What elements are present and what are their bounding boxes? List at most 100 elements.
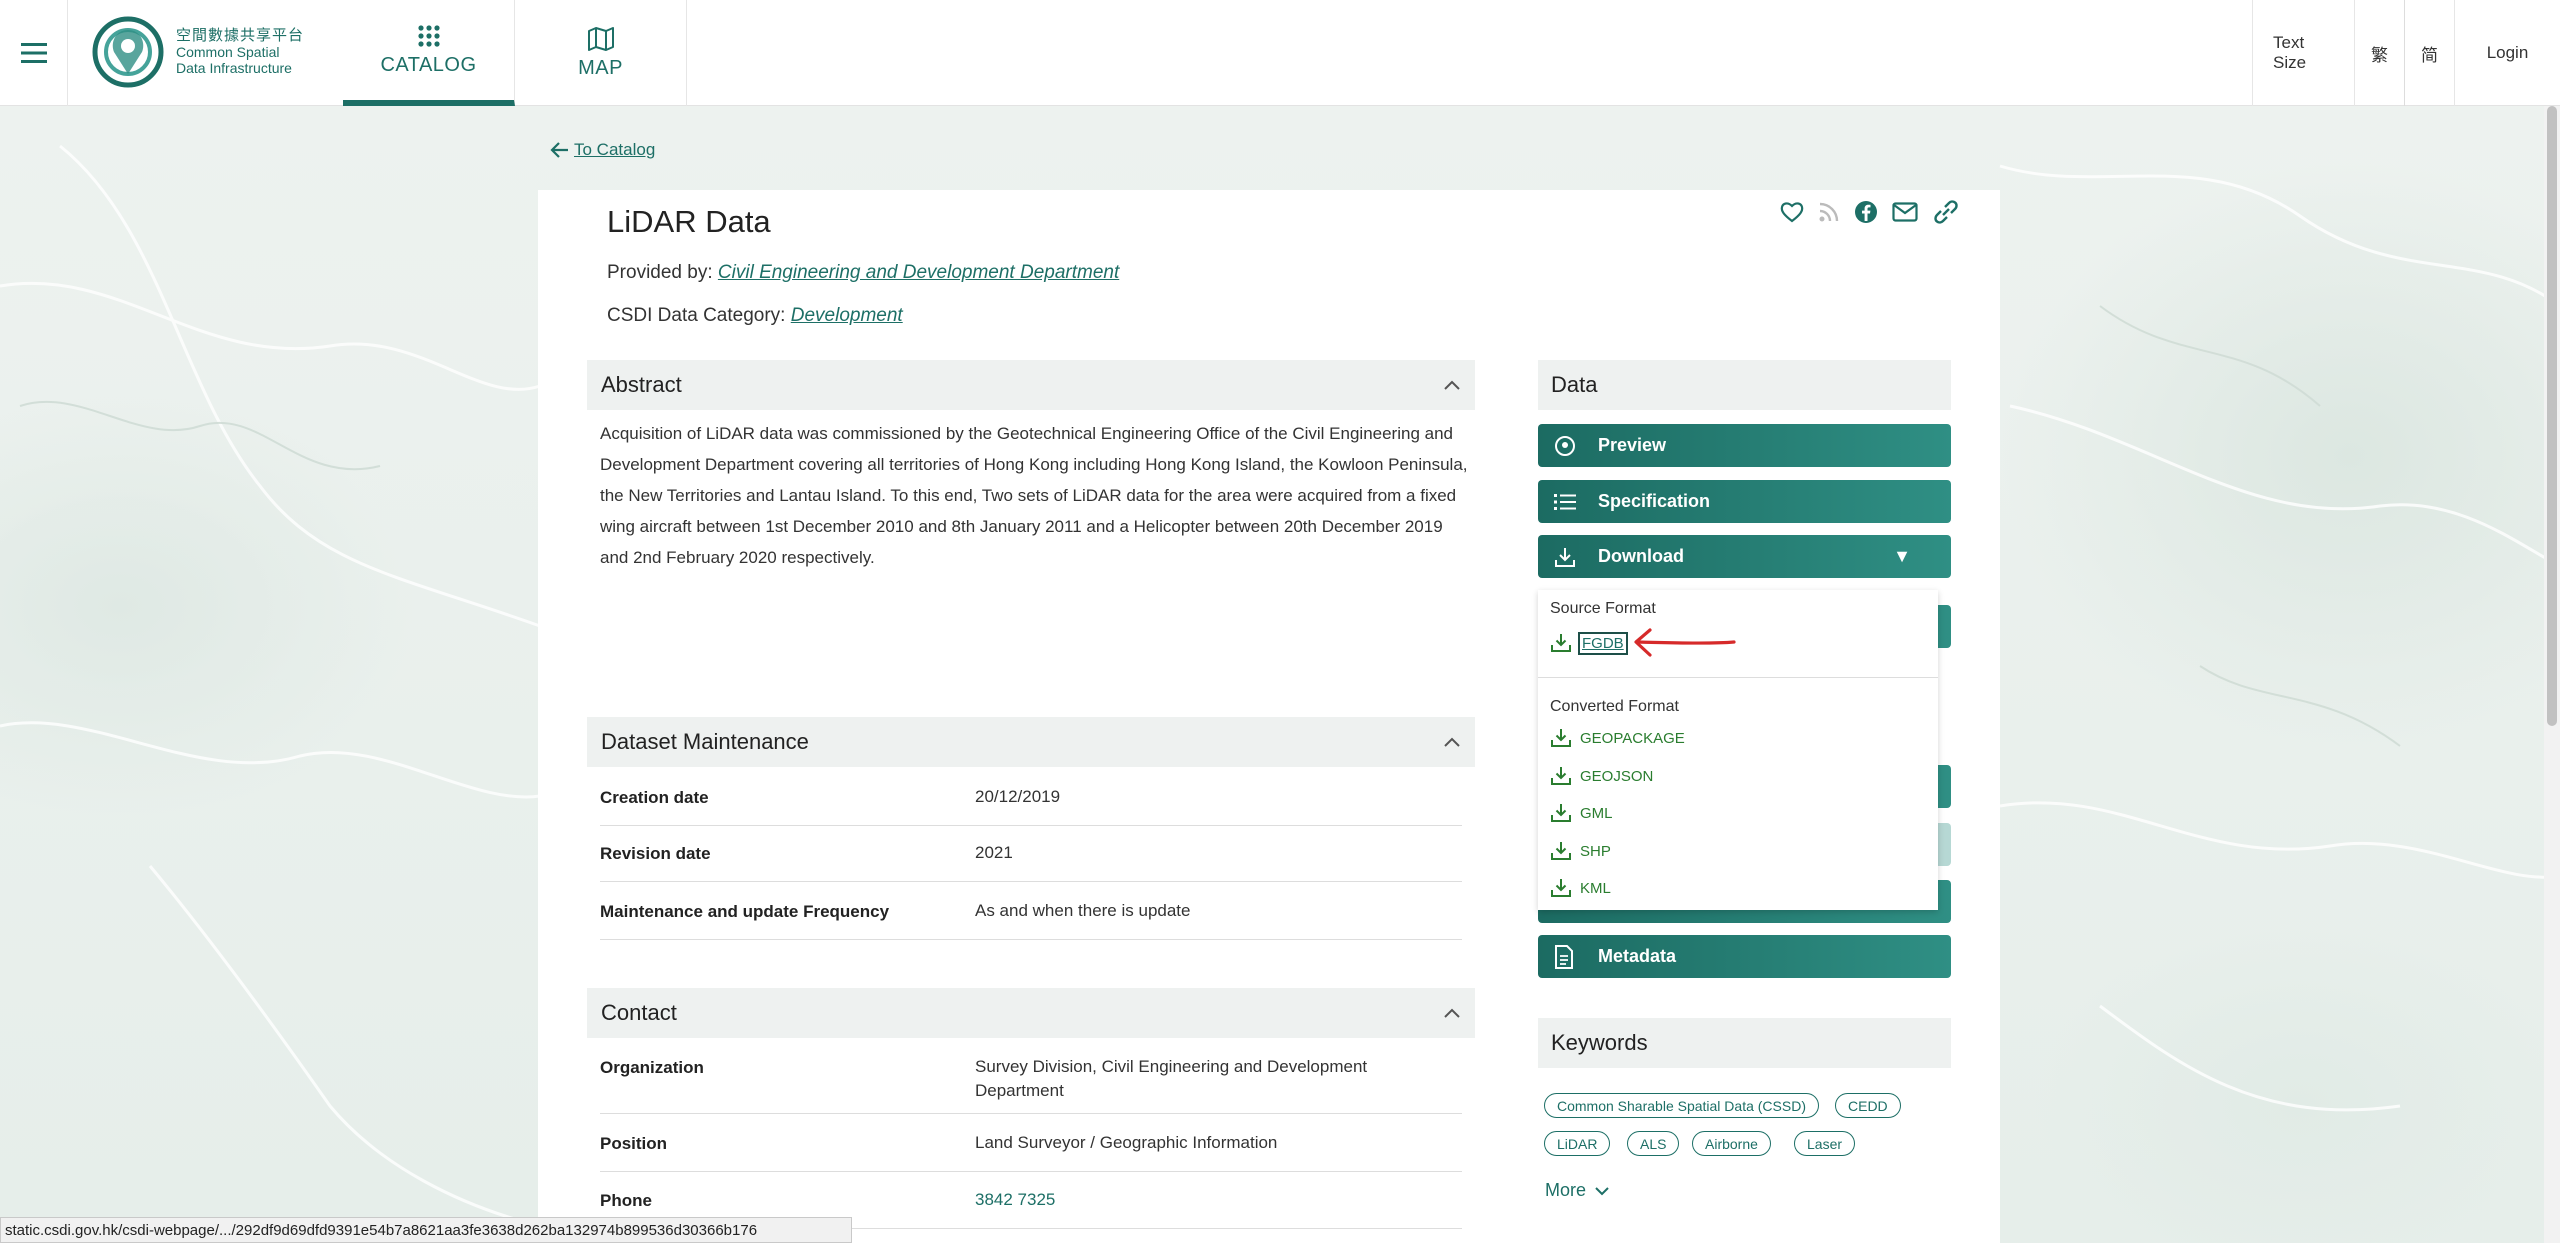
heart-icon[interactable] [1780,201,1804,223]
abstract-section-header[interactable]: Abstract [587,360,1475,410]
maintenance-row: Maintenance and update Frequency As and … [600,901,1462,940]
dataset-title: LiDAR Data [607,204,771,239]
keyword-chip[interactable]: LiDAR [1544,1131,1611,1156]
chevron-up-icon [1444,737,1460,747]
logo-chinese-name: 空間數據共享平台 [176,27,305,44]
metadata-button[interactable]: Metadata [1538,935,1951,978]
logo-english-line1: Common Spatial [176,44,280,60]
menu-button[interactable] [0,0,68,106]
provided-by-label: Provided by: [607,262,713,283]
hamburger-icon [20,43,47,63]
back-to-catalog-link[interactable]: To Catalog [550,140,655,160]
chevron-down-icon [1595,1186,1609,1195]
chevron-up-icon [1444,380,1460,390]
metadata-label: Metadata [1598,946,1677,966]
more-keywords-button[interactable]: More [1545,1180,1610,1201]
keyword-chip[interactable]: Airborne [1692,1131,1771,1156]
email-icon[interactable] [1892,202,1918,222]
maintenance-row: Revision date 2021 [600,843,1462,882]
maintenance-section-header[interactable]: Dataset Maintenance [587,717,1475,767]
keyword-chip[interactable]: Laser [1794,1131,1856,1156]
maintenance-value: 20/12/2019 [975,787,1061,806]
converted-format-label: Converted Format [1550,698,1679,715]
download-option-gml[interactable]: GML [1550,803,1613,823]
location-pin-icon [1555,435,1575,456]
tab-catalog-label: CATALOG [380,53,477,76]
phone-link[interactable]: 3842 7325 [975,1188,1435,1212]
provided-by: Provided by: Civil Engineering and Devel… [607,262,1119,284]
preview-label: Preview [1598,435,1667,455]
contact-section-header[interactable]: Contact [587,988,1475,1038]
chevron-up-icon [1444,1008,1460,1018]
page-scrollbar[interactable] [2544,106,2560,1243]
download-option-label: GML [1580,804,1613,822]
caret-down-icon: ▼ [1893,546,1911,566]
logo-english-line2: Data Infrastructure [176,60,292,76]
tab-catalog[interactable]: CATALOG [343,0,515,106]
contact-value: Survey Division, Civil Engineering and D… [975,1057,1368,1100]
download-icon [1551,729,1571,747]
category-link[interactable]: Development [791,305,903,326]
contact-value: Land Surveyor / Geographic Information [975,1133,1278,1152]
data-category-label: CSDI Data Category: [607,305,786,326]
lang-traditional-button[interactable]: 繁 [2354,0,2404,106]
contact-key: Organization [600,1058,704,1077]
lang-simplified-button[interactable]: 简 [2404,0,2454,106]
download-button[interactable]: Download ▼ [1538,535,1951,578]
maintenance-key: Creation date [600,788,709,807]
text-size-button[interactable]: Text Size [2252,0,2354,106]
facebook-icon[interactable] [1854,200,1878,224]
login-button[interactable]: Login [2454,0,2560,106]
keyword-chip[interactable]: ALS [1627,1131,1680,1156]
specification-button[interactable]: Specification [1538,480,1951,523]
link-icon[interactable] [1932,200,1960,224]
download-icon [1551,804,1571,822]
download-option-label: KML [1580,879,1611,897]
data-heading: Data [1551,372,1598,397]
document-icon [1555,944,1573,969]
download-option-kml[interactable]: KML [1550,878,1611,898]
download-option-geopackage[interactable]: GEOPACKAGE [1550,728,1685,748]
contact-key: Phone [600,1191,652,1210]
download-option-geojson[interactable]: GEOJSON [1550,766,1653,786]
download-icon [1551,842,1571,860]
download-format-menu: Source Format FGDB Converted Format GEOP… [1538,590,1938,910]
maintenance-key: Maintenance and update Frequency [600,902,890,921]
more-label: More [1545,1180,1587,1200]
download-icon [1551,879,1571,897]
rss-icon[interactable] [1818,201,1840,223]
maintenance-key: Revision date [600,844,711,863]
download-option-fgdb[interactable]: FGDB [1550,628,1738,658]
maintenance-heading: Dataset Maintenance [601,729,809,754]
preview-button[interactable]: Preview [1538,424,1951,467]
tab-map[interactable]: MAP [515,0,687,106]
list-icon [1554,493,1576,510]
logo-text: 空間數據共享平台 Common Spatial Data Infrastruct… [176,27,305,77]
source-format-label: Source Format [1550,600,1656,617]
download-option-shp[interactable]: SHP [1550,841,1611,861]
specification-label: Specification [1598,491,1711,511]
back-link-label: To Catalog [574,140,656,159]
download-option-label: GEOJSON [1580,767,1654,785]
csdi-logo[interactable]: 空間數據共享平台 Common Spatial Data Infrastruct… [90,12,340,92]
provider-link[interactable]: Civil Engineering and Development Depart… [718,262,1119,283]
download-option-label: GEOPACKAGE [1580,729,1685,747]
top-navigation-bar: 空間數據共享平台 Common Spatial Data Infrastruct… [0,0,2560,106]
csdi-logo-icon [92,16,164,88]
data-panel-header: Data [1538,360,1951,410]
scrollbar-thumb[interactable] [2547,106,2557,726]
grid-icon [417,24,440,47]
download-icon [1551,634,1571,652]
download-icon [1555,547,1575,567]
keyword-chip[interactable]: Common Sharable Spatial Data (CSSD) [1544,1093,1819,1118]
keywords-heading: Keywords [1551,1030,1648,1055]
contact-row: Position Land Surveyor / Geographic Info… [600,1133,1462,1172]
keyword-chip[interactable]: CEDD [1835,1093,1901,1118]
dataset-detail-card: LiDAR Data Provided by: Civil Engineerin… [538,190,2000,1243]
contact-key: Position [600,1134,668,1153]
abstract-heading: Abstract [601,372,682,397]
annotation-arrow [1634,628,1736,657]
tab-map-label: MAP [578,56,623,79]
map-icon [587,26,614,51]
keywords-header: Keywords [1538,1018,1951,1068]
